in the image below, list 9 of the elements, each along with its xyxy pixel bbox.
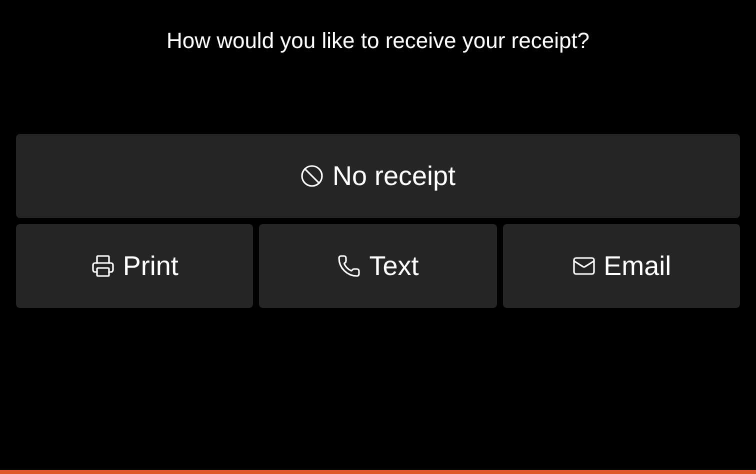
prompt-text: How would you like to receive your receipt? (166, 28, 590, 54)
option-button[interactable]: Email (502, 224, 740, 308)
phone-icon (337, 254, 362, 278)
prohibited-icon (300, 164, 324, 188)
printer-icon (90, 254, 115, 278)
envelope-icon (572, 254, 596, 278)
option-button[interactable]: Text (259, 224, 497, 308)
option-button[interactable]: No receipt (16, 134, 740, 218)
option-button[interactable]: Print (16, 224, 254, 308)
